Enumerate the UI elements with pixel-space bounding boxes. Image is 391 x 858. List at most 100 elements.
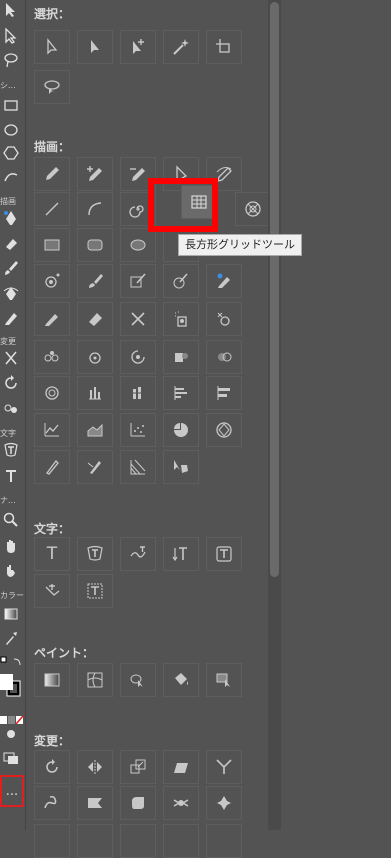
area-type-tool-icon[interactable] (77, 537, 113, 571)
rotate-tool-icon[interactable] (0, 373, 22, 393)
pen-tool-icon[interactable] (0, 208, 22, 228)
polar-grid-tool-icon[interactable] (235, 192, 271, 226)
paintbrush-tool-icon[interactable] (77, 264, 113, 298)
shape-builder-tool-icon[interactable] (120, 663, 156, 697)
blob-brush-tool-icon[interactable] (163, 264, 199, 298)
scale-tool-icon[interactable] (120, 750, 156, 784)
panel-scrollbar[interactable] (268, 0, 281, 830)
pencil-colored-tool-icon[interactable] (206, 264, 242, 298)
area-type-tool-icon[interactable] (0, 440, 22, 460)
eyedropper-tool-icon[interactable] (0, 628, 22, 648)
symbol-screener-tool-icon[interactable] (206, 340, 242, 374)
color-mode-icons[interactable] (0, 710, 24, 725)
type-tool-icon[interactable] (0, 466, 22, 486)
puppet-warp-tool-icon[interactable] (120, 824, 156, 858)
perspective-selection-tool-icon[interactable] (163, 450, 199, 484)
hand-tool-icon[interactable] (0, 536, 22, 556)
symbol-stainer-tool-icon[interactable] (163, 340, 199, 374)
flare-tool-icon[interactable] (34, 264, 70, 298)
free-transform-tool-icon[interactable] (77, 824, 113, 858)
pencil-tool-icon[interactable] (34, 302, 70, 336)
wrinkle-tool-icon[interactable] (34, 824, 70, 858)
bloat-tool-icon[interactable] (120, 786, 156, 820)
twirl-tool-icon[interactable] (34, 786, 70, 820)
vertical-type-on-path-tool-icon[interactable] (34, 574, 70, 608)
width-tool-icon[interactable] (34, 450, 70, 484)
area-graph-tool-icon[interactable] (77, 413, 113, 447)
ellipse-tool-icon[interactable] (120, 228, 156, 262)
warp-modify-tool-icon[interactable] (206, 824, 242, 858)
blend-tool-icon[interactable] (0, 398, 22, 418)
polygon-tool-icon[interactable] (0, 143, 22, 163)
selection-tool-icon[interactable] (77, 30, 113, 64)
symbol-sizer-tool-icon[interactable] (77, 340, 113, 374)
scallop-tool-icon[interactable] (163, 786, 199, 820)
fill-stroke-swatch[interactable] (0, 672, 22, 700)
type-on-path-tool-icon[interactable] (120, 537, 156, 571)
selection-tool-icon[interactable] (0, 0, 22, 20)
ellipse-tool-icon[interactable] (0, 120, 22, 140)
radar-graph-tool-icon[interactable] (206, 413, 242, 447)
lasso-tool-icon[interactable] (34, 70, 70, 104)
group-selection-tool-icon[interactable] (120, 30, 156, 64)
mesh-tool-icon[interactable] (77, 663, 113, 697)
rounded-rectangle-tool-icon[interactable] (77, 228, 113, 262)
rotate-tool-icon[interactable] (34, 750, 70, 784)
lasso-tool-icon[interactable] (0, 50, 22, 70)
pencil-tool-icon[interactable] (0, 308, 22, 328)
stacked-column-graph-tool-icon[interactable] (120, 376, 156, 410)
pen-tool-icon[interactable] (34, 157, 70, 191)
artboard-tool-icon[interactable] (206, 30, 242, 64)
vertical-area-type-tool-icon[interactable] (206, 537, 242, 571)
default-swap-icons[interactable] (0, 654, 24, 668)
pucker-tool-icon[interactable] (77, 786, 113, 820)
type-tool-icon[interactable]: T (34, 537, 70, 571)
pie-graph-tool-icon[interactable] (163, 413, 199, 447)
shear-tool-icon[interactable] (163, 750, 199, 784)
perspective-grid-tool-icon[interactable] (120, 450, 156, 484)
reflect-tool-icon[interactable] (77, 750, 113, 784)
shaper-tool-icon[interactable] (120, 264, 156, 298)
live-paint-selection-tool-icon[interactable] (206, 663, 242, 697)
symbol-styler-tool-icon[interactable] (34, 376, 70, 410)
symbol-scruncher-tool-icon[interactable] (34, 340, 70, 374)
gradient-tool-icon[interactable] (0, 604, 22, 624)
rotate-view-tool-icon[interactable] (0, 560, 22, 580)
shaper-tool-icon[interactable] (0, 167, 22, 187)
add-anchor-point-tool-icon[interactable] (77, 157, 113, 191)
eraser-tool-icon[interactable] (77, 302, 113, 336)
arc-tool-icon[interactable] (77, 192, 113, 226)
scissors-tool-icon[interactable] (120, 302, 156, 336)
symbol-shifter-tool-icon[interactable] (206, 302, 242, 336)
warp-tool-icon[interactable] (77, 450, 113, 484)
eraser-tool-icon[interactable] (0, 234, 22, 254)
bar-graph-tool-icon[interactable] (163, 376, 199, 410)
reshape-tool-icon[interactable] (206, 750, 242, 784)
curvature-tool-icon[interactable] (0, 283, 22, 303)
symbol-sprayer-tool-icon[interactable] (163, 302, 199, 336)
rectangle-tool-icon[interactable] (34, 228, 70, 262)
magic-wand-tool-icon[interactable] (163, 30, 199, 64)
screen-mode-icon[interactable] (0, 748, 22, 768)
rectangle-tool-icon[interactable] (0, 95, 22, 115)
crystallize-tool-icon[interactable] (206, 786, 242, 820)
direct-selection-tool-icon[interactable] (0, 26, 22, 46)
line-graph-tool-icon[interactable] (34, 413, 70, 447)
gradient-tool-icon[interactable] (34, 663, 70, 697)
live-paint-bucket-tool-icon[interactable] (163, 663, 199, 697)
direct-selection-tool-icon[interactable] (34, 30, 70, 64)
stacked-bar-graph-tool-icon[interactable] (206, 376, 242, 410)
scrollbar-thumb[interactable] (270, 2, 279, 577)
width-modify-tool-icon[interactable] (163, 824, 199, 858)
scatter-graph-tool-icon[interactable] (120, 413, 156, 447)
draw-mode-icon[interactable] (0, 724, 22, 744)
vertical-type-tool-icon[interactable] (163, 537, 199, 571)
column-graph-tool-icon[interactable] (77, 376, 113, 410)
zoom-tool-icon[interactable] (0, 510, 22, 530)
paintbrush-tool-icon[interactable] (0, 258, 22, 278)
touch-type-tool-icon[interactable] (77, 574, 113, 608)
edit-toolbar-button[interactable]: ... (0, 775, 24, 807)
line-segment-tool-icon[interactable] (34, 192, 70, 226)
symbol-spinner-tool-icon[interactable] (120, 340, 156, 374)
scissors-tool-icon[interactable] (0, 348, 22, 368)
